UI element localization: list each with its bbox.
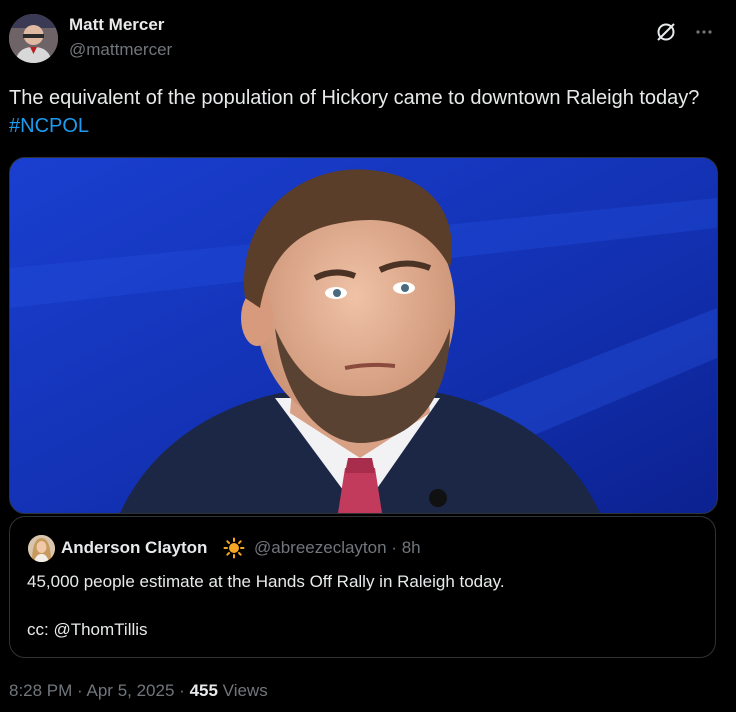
quoted-cc: cc: @ThomTillis — [27, 620, 148, 639]
author-name[interactable]: Matt Mercer — [69, 15, 164, 35]
separator-dot: · — [179, 681, 185, 700]
quoted-handle-line: @abreezeclayton · 8h — [254, 538, 421, 558]
separator-dot: · — [391, 538, 397, 557]
quoted-tweet[interactable]: Anderson Clayton @abreezeclayton · 8h 45… — [9, 516, 716, 658]
views-label[interactable]: Views — [223, 681, 268, 700]
quoted-author-name[interactable]: Anderson Clayton — [61, 538, 207, 558]
quoted-time[interactable]: 8h — [402, 538, 421, 557]
sun-emoji-icon — [223, 537, 245, 564]
tweet-date[interactable]: Apr 5, 2025 — [87, 681, 175, 700]
quoted-text: 45,000 people estimate at the Hands Off … — [27, 572, 505, 591]
tweet-image[interactable] — [9, 157, 718, 514]
quoted-handle[interactable]: @abreezeclayton — [254, 538, 387, 557]
hashtag-link[interactable]: #NCPOL — [9, 115, 89, 137]
tweet-meta: 8:28 PM · Apr 5, 2025 · 455 Views — [9, 681, 268, 701]
author-avatar[interactable] — [9, 14, 58, 63]
tweet-body: The equivalent of the population of Hick… — [9, 87, 700, 109]
tweet-time[interactable]: 8:28 PM — [9, 681, 72, 700]
tweet-text: The equivalent of the population of Hick… — [9, 84, 719, 140]
views-count[interactable]: 455 — [190, 681, 218, 700]
quoted-avatar[interactable] — [28, 535, 55, 562]
grok-icon[interactable] — [654, 20, 678, 44]
more-icon[interactable] — [692, 20, 716, 44]
author-handle[interactable]: @mattmercer — [69, 40, 172, 60]
separator-dot: · — [77, 681, 83, 700]
